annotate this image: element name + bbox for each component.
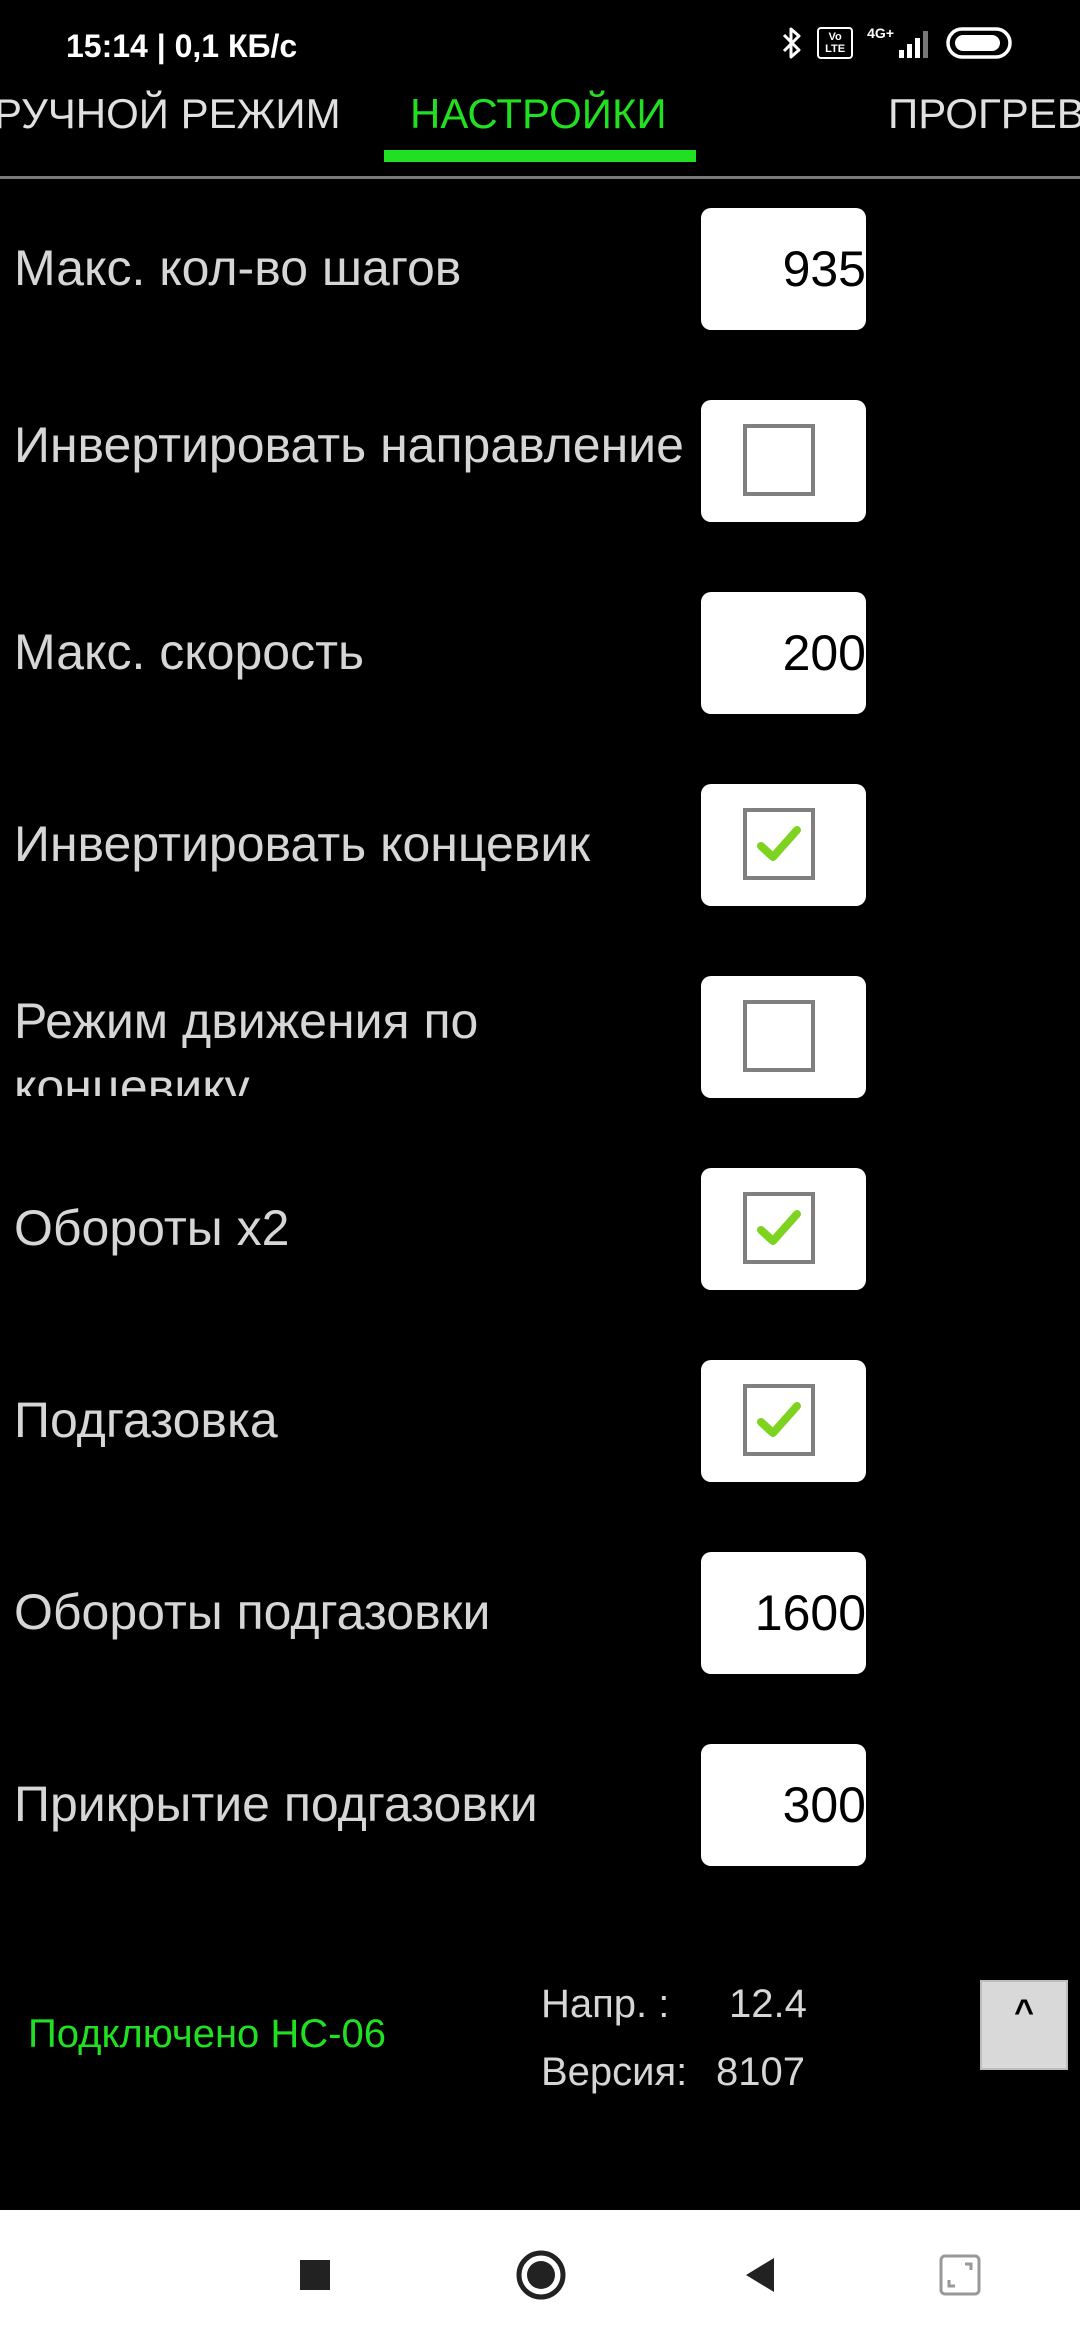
setting-row-invert-direction: Инвертировать направление [0, 398, 1080, 590]
tab-settings[interactable]: НАСТРОЙКИ [410, 90, 667, 138]
checkmark-icon [757, 1402, 801, 1437]
navigation-bar [0, 2210, 1080, 2340]
circle-icon [516, 2250, 566, 2300]
fullscreen-button[interactable] [935, 2250, 985, 2300]
limit-switch-mode-checkbox[interactable] [701, 976, 866, 1098]
setting-label: Подгазовка [14, 1392, 278, 1448]
setting-row-boost-close: Прикрытие подгазовки 300 [0, 1742, 1080, 1934]
setting-row-boost-rpm: Обороты подгазовки 1600 [0, 1550, 1080, 1742]
setting-label: Обороты подгазовки [14, 1584, 491, 1640]
version-value: 8107 [716, 2050, 805, 2094]
setting-row-limit-switch-mode: Режим движения по концевику [0, 974, 1080, 1166]
checkbox-unchecked [743, 1000, 815, 1072]
back-triangle-icon [746, 2258, 774, 2292]
connection-status: Подключено HC-06 [28, 2012, 386, 2056]
scroll-top-button[interactable]: ^ [980, 1980, 1068, 2070]
voltage-label: Напр. : [541, 1982, 670, 2026]
checkmark-icon [757, 826, 801, 861]
device-info: Напр. : 12.4 Версия: 8107 [541, 1970, 841, 2106]
setting-label: Режим движения по концевику [14, 993, 479, 1096]
checkmark-icon [757, 1210, 801, 1245]
version-label: Версия: [541, 2050, 688, 2094]
signal-icon [898, 28, 932, 58]
voltage-row: Напр. : 12.4 [541, 1970, 841, 2038]
invert-limit-switch-checkbox[interactable] [701, 784, 866, 906]
square-icon [300, 2260, 330, 2290]
setting-label: Макс. скорость [14, 624, 365, 680]
tab-divider [0, 176, 1080, 179]
home-button[interactable] [513, 2247, 566, 2300]
status-time: 15:14 | 0,1 КБ/с [66, 28, 298, 64]
status-bar: 15:14 | 0,1 КБ/с Vo LTE 4G+ [0, 0, 1080, 92]
setting-row-max-steps: Макс. кол-во шагов 935 [0, 206, 1080, 398]
setting-label: Инвертировать направление [14, 417, 684, 473]
max-steps-input[interactable]: 935 [701, 208, 866, 330]
setting-row-invert-limit-switch: Инвертировать концевик [0, 782, 1080, 974]
recents-button[interactable] [290, 2250, 340, 2300]
setting-row-rpm-x2: Обороты x2 [0, 1166, 1080, 1358]
back-button[interactable] [738, 2250, 788, 2300]
setting-label: Обороты x2 [14, 1200, 290, 1256]
input-value: 1600 [754, 1585, 866, 1641]
checkbox-checked [743, 1384, 815, 1456]
tab-bar: РУЧНОЙ РЕЖИМ НАСТРОЙКИ ПРОГРЕВ [0, 82, 1080, 176]
settings-list: Макс. кол-во шагов 935 Инвертировать нап… [0, 206, 1080, 1934]
invert-direction-checkbox[interactable] [701, 400, 866, 522]
status-icons: Vo LTE 4G+ [781, 25, 1016, 60]
bluetooth-icon [781, 26, 803, 60]
input-value: 935 [782, 241, 866, 297]
fullscreen-icon [939, 2254, 981, 2296]
setting-label: Макс. кол-во шагов [14, 240, 462, 296]
battery-icon [946, 27, 1016, 59]
boost-rpm-input[interactable]: 1600 [701, 1552, 866, 1674]
tab-manual-mode[interactable]: РУЧНОЙ РЕЖИМ [0, 90, 341, 138]
max-speed-input[interactable]: 200 [701, 592, 866, 714]
input-value: 200 [782, 625, 866, 681]
voltage-value: 12.4 [729, 1982, 807, 2026]
rpm-x2-checkbox[interactable] [701, 1168, 866, 1290]
throttle-boost-checkbox[interactable] [701, 1360, 866, 1482]
active-tab-indicator [384, 150, 696, 162]
volte-icon: Vo LTE [817, 27, 854, 59]
network-type: 4G+ [867, 25, 894, 41]
input-value: 300 [782, 1777, 866, 1833]
tab-warmup[interactable]: ПРОГРЕВ [888, 90, 1080, 138]
checkbox-checked [743, 808, 815, 880]
setting-row-throttle-boost: Подгазовка [0, 1358, 1080, 1550]
setting-label: Прикрытие подгазовки [14, 1776, 538, 1832]
setting-row-max-speed: Макс. скорость 200 [0, 590, 1080, 782]
boost-close-input[interactable]: 300 [701, 1744, 866, 1866]
checkbox-checked [743, 1192, 815, 1264]
checkbox-unchecked [743, 424, 815, 496]
version-row: Версия: 8107 [541, 2038, 841, 2106]
setting-label: Инвертировать концевик [14, 816, 591, 872]
